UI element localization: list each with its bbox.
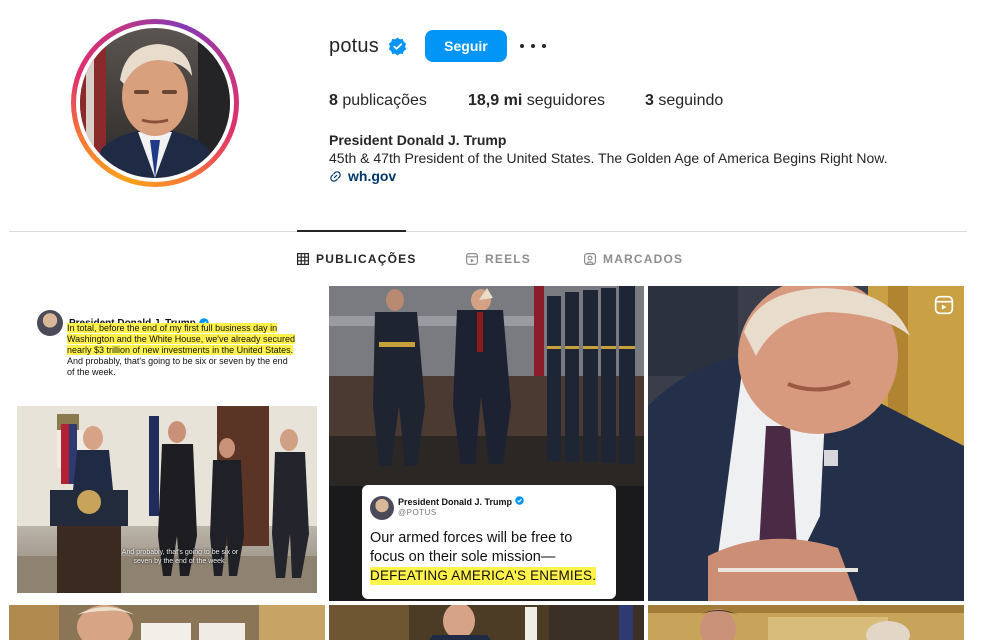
- tab-reels[interactable]: REELS: [466, 250, 584, 268]
- post-photo: [329, 286, 644, 486]
- profile-link[interactable]: wh.gov: [329, 168, 396, 184]
- quote-card-handle: @POTUS: [398, 508, 437, 517]
- quote-card-avatar: [370, 496, 394, 520]
- post-photo: [9, 605, 325, 640]
- video-caption: And probably, that's going to be six or …: [121, 549, 239, 565]
- profile-header-row: potus Seguir: [329, 30, 546, 62]
- tabs-divider: [9, 231, 967, 232]
- quote-card-highlight: DEFEATING AMERICA'S ENEMIES.: [370, 567, 597, 585]
- link-icon: [330, 170, 341, 182]
- quote-card-text: Our armed forces will be free to focus o…: [370, 530, 573, 565]
- posts-label: publicações: [342, 92, 427, 109]
- tweet-highlighted-text: In total, before the end of my first ful…: [67, 323, 296, 355]
- following-stat[interactable]: 3 seguindo: [645, 92, 723, 110]
- verified-badge-icon: [388, 36, 407, 56]
- more-options-icon[interactable]: [519, 36, 546, 56]
- avatar[interactable]: [80, 28, 230, 178]
- tweet-plain-text: And probably, that's going to be six or …: [67, 356, 288, 377]
- post-tile[interactable]: President Donald J. Trump In total, befo…: [9, 286, 325, 601]
- username: potus: [329, 34, 379, 57]
- tab-posts[interactable]: PUBLICAÇÕES: [297, 250, 466, 268]
- tab-reels-label[interactable]: REELS: [485, 252, 531, 266]
- followers-count[interactable]: 18,9 mi: [468, 92, 522, 109]
- followers-stat[interactable]: 18,9 mi seguidores: [468, 92, 645, 110]
- profile-tabs: PUBLICAÇÕES REELS MARCADOS: [297, 250, 683, 268]
- post-photo: [648, 605, 964, 640]
- profile-stats: 8 publicações 18,9 mi seguidores 3 segui…: [329, 92, 723, 110]
- verified-badge-icon: [514, 496, 524, 505]
- profile-bio: 45th & 47th President of the United Stat…: [329, 150, 888, 166]
- reels-icon: [466, 253, 478, 265]
- following-label[interactable]: seguindo: [658, 92, 723, 109]
- post-tile[interactable]: President Donald J. Trump @POTUS Our arm…: [329, 286, 644, 601]
- tagged-icon: [584, 253, 596, 265]
- quote-card-name-text: President Donald J. Trump: [398, 497, 513, 507]
- following-count[interactable]: 3: [645, 92, 654, 109]
- tweet-avatar: [37, 310, 63, 336]
- followers-label[interactable]: seguidores: [527, 92, 605, 109]
- post-photo: [329, 605, 644, 640]
- avatar-portrait: [80, 28, 230, 178]
- posts-count: 8: [329, 92, 338, 109]
- post-tile[interactable]: [329, 605, 644, 640]
- grid-icon: [297, 253, 309, 265]
- quote-card-name: President Donald J. Trump: [398, 496, 524, 507]
- tab-tagged-label[interactable]: MARCADOS: [603, 252, 683, 266]
- post-tile[interactable]: [9, 605, 325, 640]
- profile-avatar-ring[interactable]: [71, 19, 239, 187]
- military-ceremony-scene: [329, 286, 644, 486]
- tab-tagged[interactable]: MARCADOS: [584, 250, 683, 268]
- reel-icon: [934, 295, 954, 315]
- avatar-border: [76, 24, 234, 182]
- profile-full-name: President Donald J. Trump: [329, 132, 507, 148]
- active-tab-indicator: [297, 230, 406, 232]
- follow-button[interactable]: Seguir: [424, 30, 507, 62]
- profile-link-text[interactable]: wh.gov: [348, 168, 396, 184]
- post-photo: [648, 286, 964, 601]
- post-tile[interactable]: [648, 605, 964, 640]
- quote-card: President Donald J. Trump @POTUS Our arm…: [362, 485, 616, 599]
- tweet-text: In total, before the end of my first ful…: [67, 323, 297, 378]
- posts-count-stat: 8 publicações: [329, 92, 468, 110]
- tab-posts-label[interactable]: PUBLICAÇÕES: [316, 252, 417, 266]
- post-tile[interactable]: [648, 286, 964, 601]
- post-photo: And probably, that's going to be six or …: [17, 406, 317, 593]
